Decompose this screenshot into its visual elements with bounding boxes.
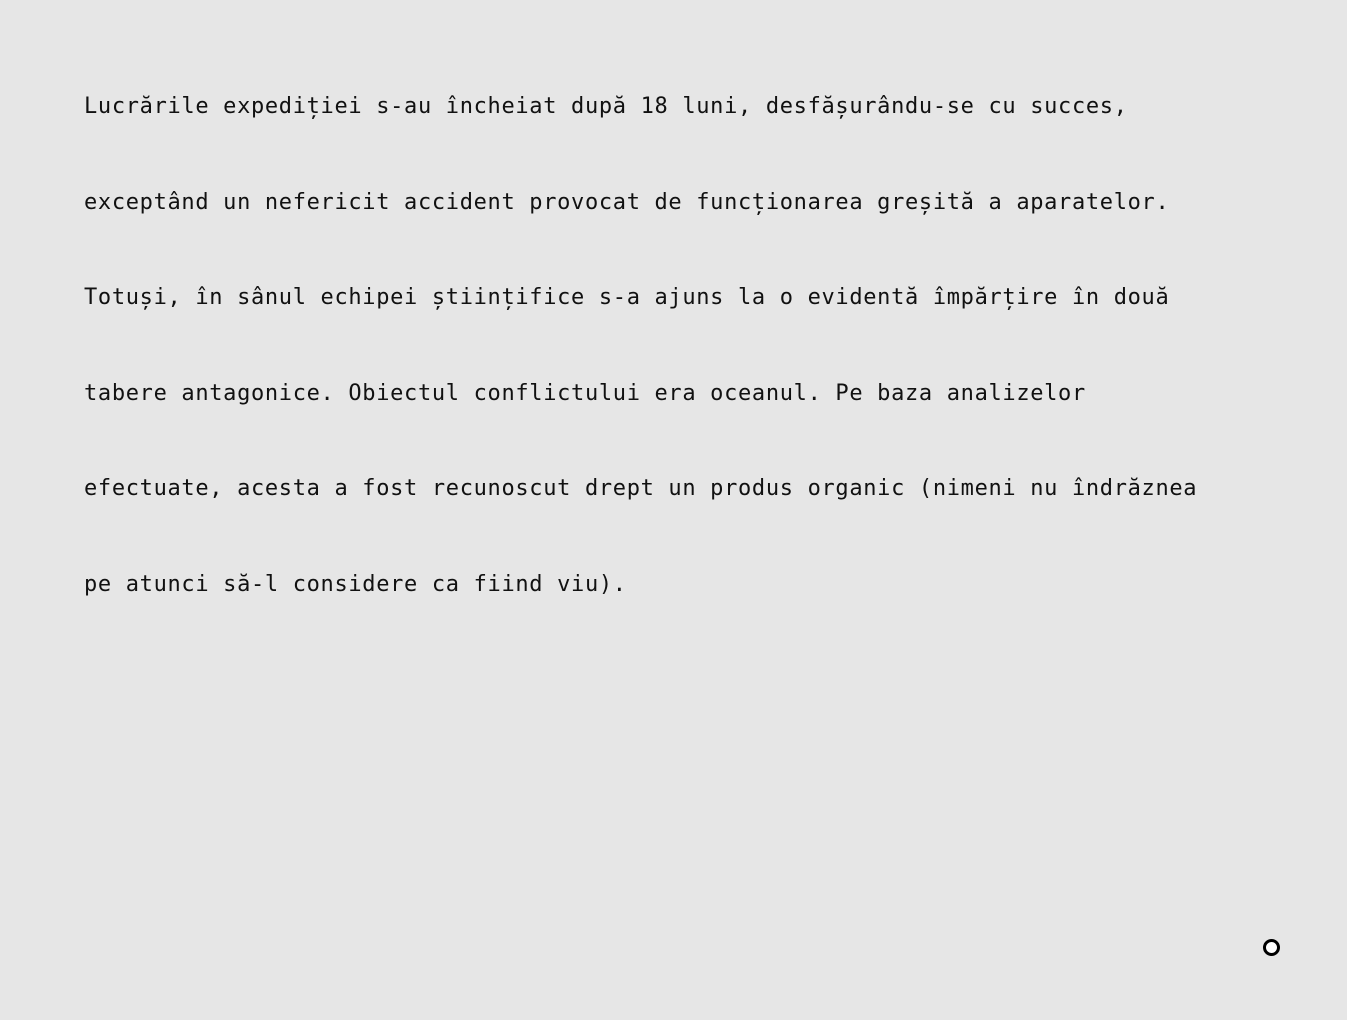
text-line-2: exceptând un nefericit accident provocat… — [84, 189, 1170, 215]
text-line-4: tabere antagonice. Obiectul conflictului… — [84, 380, 1086, 406]
text-line-1: Lucrările expediției s-au încheiat după … — [84, 94, 1128, 119]
document-text: Lucrările expediției s-au încheiat după … — [84, 84, 1284, 658]
text-line-6: pe atunci să-l considere ca fiind viu). — [84, 571, 627, 597]
document-page: Lucrările expediției s-au încheiat după … — [0, 0, 1347, 1020]
text-line-5: efectuate, acesta a fost recunoscut drep… — [84, 476, 1198, 502]
text-line-3: Totuși, în sânul echipei științifice s-a… — [84, 285, 1170, 311]
ring-icon — [1263, 939, 1280, 956]
